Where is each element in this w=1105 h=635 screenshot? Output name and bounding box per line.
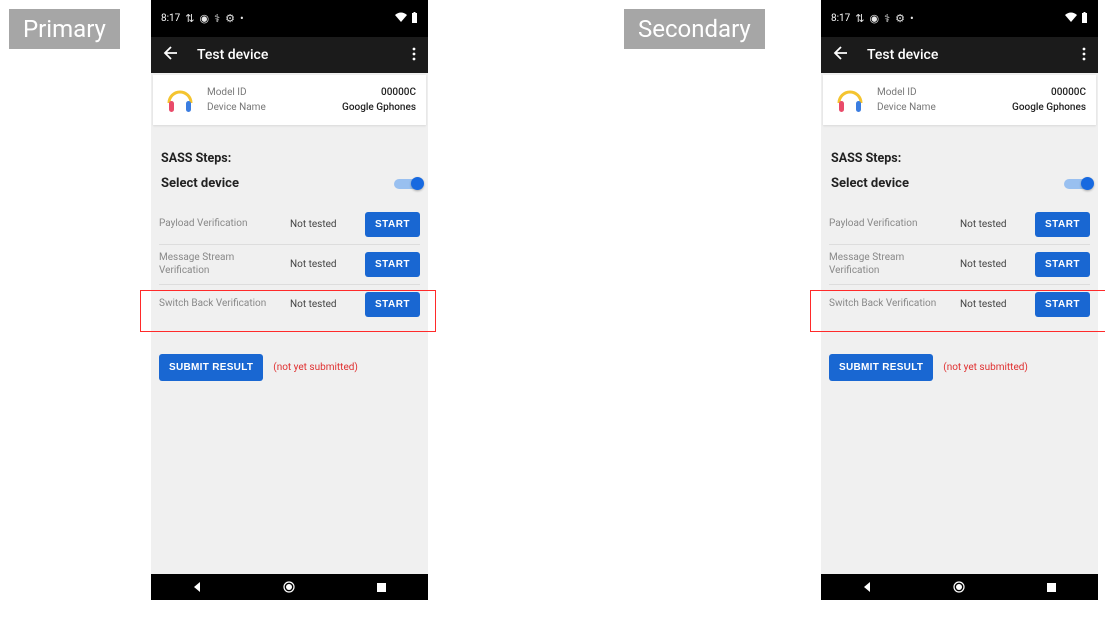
device-card: Model ID 00000C Device Name Google Gphones — [153, 75, 426, 125]
submit-status-note: (not yet submitted) — [273, 362, 358, 373]
nav-back-icon[interactable] — [190, 580, 204, 594]
submit-result-button[interactable]: SUBMIT RESULT — [829, 354, 933, 381]
headphones-icon — [833, 83, 867, 117]
back-arrow-icon[interactable] — [163, 45, 179, 65]
test-name: Message Stream Verification — [829, 252, 941, 277]
test-status: Not tested — [960, 299, 1016, 310]
test-status: Not tested — [960, 259, 1016, 270]
status-time: 8:17 — [161, 13, 180, 24]
nav-bar — [151, 574, 428, 600]
status-left-icon-2: ⚕ — [214, 12, 220, 25]
test-status: Not tested — [960, 219, 1016, 230]
app-bar: Test device — [151, 37, 428, 73]
card-row: Device Name Google Gphones — [207, 102, 416, 113]
status-left-icon-1: ◉ — [870, 12, 880, 25]
select-device-toggle[interactable] — [1062, 177, 1090, 191]
status-time: 8:17 — [831, 13, 850, 24]
test-status: Not tested — [290, 259, 346, 270]
select-device-label: Select device — [831, 176, 909, 191]
select-device-row: Select device — [159, 176, 420, 191]
card-value: Google Gphones — [342, 102, 416, 113]
status-left-icon-0: ⇅ — [185, 12, 194, 25]
card-value: Google Gphones — [1012, 102, 1086, 113]
battery-icon — [1081, 12, 1088, 26]
test-row: Switch Back Verification Not tested START — [159, 284, 420, 324]
nav-back-icon[interactable] — [860, 580, 874, 594]
app-bar: Test device — [821, 37, 1098, 73]
card-key: Device Name — [207, 102, 266, 113]
card-key: Model ID — [207, 87, 247, 98]
phone-primary: 8:17 ⇅ ◉ ⚕ ⚙ • Test device Model ID 00000C Device… — [151, 0, 428, 600]
test-status: Not tested — [290, 299, 346, 310]
status-bar: 8:17 ⇅ ◉ ⚕ ⚙ • — [821, 0, 1098, 37]
select-device-label: Select device — [161, 176, 239, 191]
status-left-icon-2: ⚕ — [884, 12, 890, 25]
test-name: Payload Verification — [159, 218, 271, 231]
card-value: 00000C — [381, 87, 416, 98]
start-button[interactable]: START — [1035, 292, 1090, 317]
nav-home-icon[interactable] — [282, 580, 296, 594]
start-button[interactable]: START — [365, 292, 420, 317]
nav-recent-icon[interactable] — [1045, 580, 1059, 594]
status-bar: 8:17 ⇅ ◉ ⚕ ⚙ • — [151, 0, 428, 37]
test-status: Not tested — [290, 219, 346, 230]
back-arrow-icon[interactable] — [833, 45, 849, 65]
select-device-row: Select device — [829, 176, 1090, 191]
sass-steps-title: SASS Steps: — [161, 151, 420, 166]
card-value: 00000C — [1051, 87, 1086, 98]
nav-bar — [821, 574, 1098, 600]
submit-result-button[interactable]: SUBMIT RESULT — [159, 354, 263, 381]
nav-recent-icon[interactable] — [375, 580, 389, 594]
status-left-icon-4: • — [910, 12, 914, 25]
card-key: Device Name — [877, 102, 936, 113]
app-bar-title: Test device — [867, 47, 1064, 63]
card-key: Model ID — [877, 87, 917, 98]
overflow-menu-icon[interactable] — [412, 46, 416, 65]
secondary-label: Secondary — [624, 9, 765, 49]
headphones-icon — [163, 83, 197, 117]
wifi-icon — [395, 12, 407, 25]
card-row: Device Name Google Gphones — [877, 102, 1086, 113]
status-left-icon-3: ⚙ — [225, 12, 235, 25]
overflow-menu-icon[interactable] — [1082, 46, 1086, 65]
status-left-icon-0: ⇅ — [855, 12, 864, 25]
nav-home-icon[interactable] — [952, 580, 966, 594]
start-button[interactable]: START — [1035, 212, 1090, 237]
status-left-icon-1: ◉ — [200, 12, 210, 25]
test-row: Payload Verification Not tested START — [829, 205, 1090, 244]
test-row: Message Stream Verification Not tested STA… — [829, 244, 1090, 284]
submit-status-note: (not yet submitted) — [943, 362, 1028, 373]
phone-secondary: 8:17 ⇅ ◉ ⚕ ⚙ • Test device Model ID 00000C Device… — [821, 0, 1098, 600]
test-row: Switch Back Verification Not tested START — [829, 284, 1090, 324]
sass-steps-title: SASS Steps: — [831, 151, 1090, 166]
primary-label: Primary — [9, 9, 120, 49]
start-button[interactable]: START — [1035, 252, 1090, 277]
battery-icon — [411, 12, 418, 26]
status-left-icon-3: ⚙ — [895, 12, 905, 25]
test-name: Switch Back Verification — [829, 298, 941, 311]
test-name: Message Stream Verification — [159, 252, 271, 277]
select-device-toggle[interactable] — [392, 177, 420, 191]
device-card: Model ID 00000C Device Name Google Gphones — [823, 75, 1096, 125]
card-row: Model ID 00000C — [207, 87, 416, 98]
test-row: Payload Verification Not tested START — [159, 205, 420, 244]
status-left-icon-4: • — [240, 12, 244, 25]
app-bar-title: Test device — [197, 47, 394, 63]
test-name: Payload Verification — [829, 218, 941, 231]
start-button[interactable]: START — [365, 252, 420, 277]
card-row: Model ID 00000C — [877, 87, 1086, 98]
start-button[interactable]: START — [365, 212, 420, 237]
test-row: Message Stream Verification Not tested STA… — [159, 244, 420, 284]
wifi-icon — [1065, 12, 1077, 25]
test-name: Switch Back Verification — [159, 298, 271, 311]
